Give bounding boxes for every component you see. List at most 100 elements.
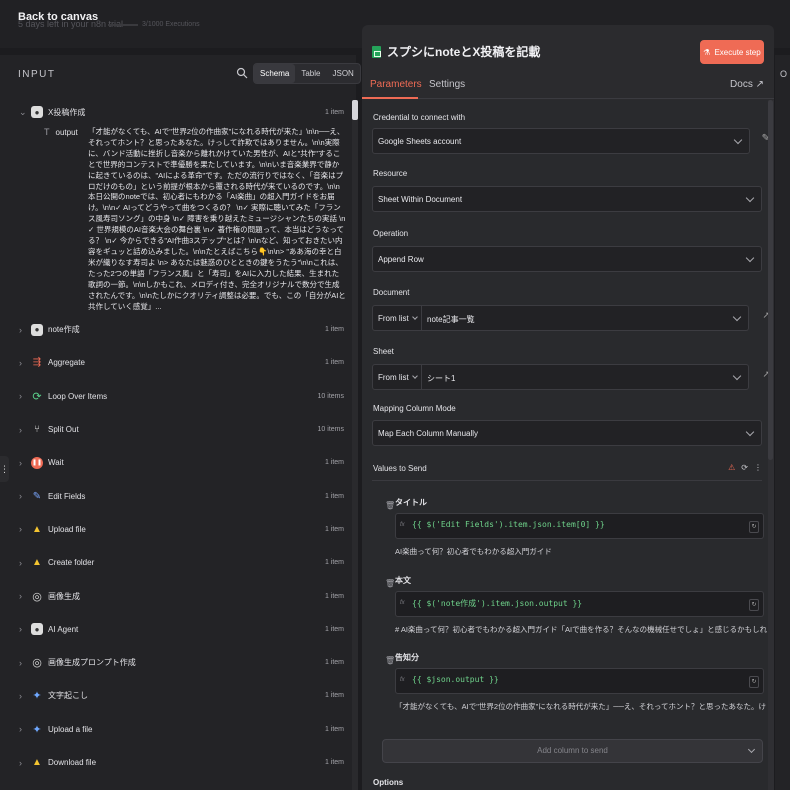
- input-node-row[interactable]: › ▲ Create folder 1 item: [0, 546, 350, 579]
- node-item-count: 1 item: [324, 559, 344, 567]
- docs-link[interactable]: Docs ↗: [730, 79, 764, 90]
- search-icon[interactable]: [236, 67, 248, 79]
- pen-icon: ✎: [32, 490, 42, 502]
- sheet-select[interactable]: シート1: [422, 364, 749, 390]
- input-node-row[interactable]: › ⟳ Loop Over Items 10 items: [0, 380, 350, 413]
- parameters-scrollbar[interactable]: [768, 100, 774, 790]
- input-node-row[interactable]: › ◎ 画像生成 1 item: [0, 579, 350, 612]
- chevron-right-icon[interactable]: ›: [19, 591, 22, 601]
- mapping-mode-label: Mapping Column Mode: [373, 404, 456, 413]
- input-node-row[interactable]: › ✦ Upload a file 1 item: [0, 713, 350, 746]
- execute-step-button[interactable]: ⚗ Execute step: [700, 40, 764, 64]
- input-node-row[interactable]: › ✦ 文字起こし 1 item: [0, 679, 350, 712]
- operation-select[interactable]: Append Row: [372, 246, 762, 272]
- node-name: Edit Fields: [48, 491, 86, 501]
- chevron-down-icon: [412, 314, 418, 320]
- document-select[interactable]: note記事一覧: [422, 305, 749, 331]
- input-node-row[interactable]: › ✎ Edit Fields 1 item: [0, 479, 350, 512]
- sheet-mode-select[interactable]: From list: [372, 364, 422, 390]
- chevron-right-icon[interactable]: ›: [19, 325, 22, 335]
- input-node-row[interactable]: › ● note作成 1 item: [0, 313, 350, 346]
- drive-icon: ▲: [32, 523, 42, 535]
- document-mode-value: From list: [378, 314, 409, 323]
- expand-icon[interactable]: ↻: [749, 676, 759, 688]
- chevron-right-icon[interactable]: ›: [19, 358, 22, 368]
- trash-icon[interactable]: 🗑: [385, 656, 395, 665]
- scrollbar-thumb[interactable]: [352, 100, 358, 120]
- input-node-row[interactable]: › ▲ Download file 1 item: [0, 746, 350, 779]
- chevron-down-icon: [732, 312, 742, 322]
- chevron-right-icon[interactable]: ›: [19, 624, 22, 634]
- node-item-count: 10 items: [317, 426, 344, 434]
- input-node-row[interactable]: › ● AI Agent 1 item: [0, 613, 350, 646]
- chevron-right-icon[interactable]: ›: [19, 724, 22, 734]
- chevron-right-icon[interactable]: ›: [19, 691, 22, 701]
- chevron-right-icon[interactable]: ›: [19, 458, 22, 468]
- chevron-right-icon[interactable]: ›: [19, 558, 22, 568]
- tab-json[interactable]: JSON: [326, 64, 359, 83]
- resource-select[interactable]: Sheet Within Document: [372, 186, 762, 212]
- trash-icon[interactable]: 🗑: [385, 579, 395, 588]
- add-column-label: Add column to send: [537, 746, 608, 755]
- tab-schema[interactable]: Schema: [254, 64, 296, 83]
- expand-icon[interactable]: ↻: [749, 599, 759, 611]
- chevron-right-icon[interactable]: ›: [19, 658, 22, 668]
- input-node-row[interactable]: ⌄ ● X投稿作成 1 item: [0, 97, 350, 127]
- node-name: note作成: [48, 325, 80, 335]
- scrollbar-thumb[interactable]: [768, 100, 773, 460]
- node-title[interactable]: スプシにnoteとX投稿を記載: [372, 43, 540, 60]
- input-node-row[interactable]: › ◎ 画像生成プロンプト作成 1 item: [0, 646, 350, 679]
- node-name: Create folder: [48, 558, 95, 568]
- string-type-icon: T: [44, 127, 50, 137]
- node-name: AI Agent: [48, 624, 79, 634]
- expand-icon[interactable]: ↻: [749, 521, 759, 533]
- expression-field[interactable]: fx {{ $json.output }} ↻: [395, 668, 764, 694]
- trash-icon[interactable]: 🗑: [385, 501, 395, 510]
- tab-parameters[interactable]: Parameters: [370, 79, 422, 90]
- tab-table[interactable]: Table: [295, 64, 326, 83]
- expression-value: {{ $('Edit Fields').item.json.item[0] }}: [412, 520, 605, 529]
- input-scrollbar[interactable]: [352, 100, 358, 790]
- chevron-right-icon[interactable]: ›: [19, 425, 22, 435]
- expression-field[interactable]: fx {{ $('Edit Fields').item.json.item[0] …: [395, 513, 764, 539]
- column-name: タイトル: [395, 498, 427, 507]
- panel-drag-handle[interactable]: ⋮: [0, 456, 9, 482]
- node-settings-panel: スプシにnoteとX投稿を記載 ⚗ Execute step Parameters…: [362, 25, 774, 790]
- more-icon[interactable]: ⋮: [754, 463, 762, 472]
- chevron-right-icon[interactable]: ›: [19, 758, 22, 768]
- chevron-down-icon: [747, 745, 756, 754]
- node-name: X投稿作成: [48, 107, 86, 117]
- field-key[interactable]: Toutput: [44, 127, 78, 137]
- node-item-count: 1 item: [324, 759, 344, 766]
- mapping-mode-value: Map Each Column Manually: [378, 429, 479, 438]
- field-key-label: output: [55, 127, 78, 137]
- chevron-down-icon: [745, 253, 755, 263]
- input-node-row[interactable]: › ▲ Upload file 1 item: [0, 513, 350, 546]
- expression-field[interactable]: fx {{ $('note作成').item.json.output }} ↻: [395, 591, 764, 617]
- sheet-mode-value: From list: [378, 373, 409, 382]
- options-label: Options: [373, 778, 404, 787]
- input-node-row[interactable]: › ❚❚ Wait 1 item: [0, 446, 350, 479]
- sheet-label: Sheet: [373, 347, 394, 356]
- input-node-row[interactable]: › ⇶ Aggregate 1 item: [0, 346, 350, 379]
- output-field: Toutput 「才能がなくても、AIで"世界2位の作曲家"になれる時代が来た」…: [0, 127, 350, 313]
- expression-preview: 「才能がなくても、AIで"世界2位の作曲家"になれる時代が来た」──え、それって…: [395, 702, 767, 711]
- add-column-select[interactable]: Add column to send: [382, 739, 763, 763]
- aggregate-icon: ⇶: [32, 357, 42, 369]
- tab-settings[interactable]: Settings: [429, 79, 465, 90]
- mapping-mode-select[interactable]: Map Each Column Manually: [372, 420, 762, 446]
- credential-select[interactable]: Google Sheets account: [372, 128, 750, 154]
- document-mode-select[interactable]: From list: [372, 305, 422, 331]
- fx-icon: fx: [400, 677, 405, 683]
- input-node-row[interactable]: › ⑂ Split Out 10 items: [0, 413, 350, 446]
- chevron-right-icon[interactable]: ›: [19, 491, 22, 501]
- node-name: Wait: [48, 458, 64, 468]
- refresh-icon[interactable]: ⟳: [741, 463, 748, 472]
- chevron-right-icon[interactable]: ›: [19, 524, 22, 534]
- node-item-count: 10 items: [317, 392, 344, 400]
- chevron-right-icon[interactable]: ›: [19, 391, 22, 401]
- brain-icon: ●: [31, 106, 43, 118]
- chevron-down-icon[interactable]: ⌄: [19, 107, 27, 118]
- chevron-down-icon: [745, 193, 755, 203]
- node-name: 画像生成: [48, 591, 80, 601]
